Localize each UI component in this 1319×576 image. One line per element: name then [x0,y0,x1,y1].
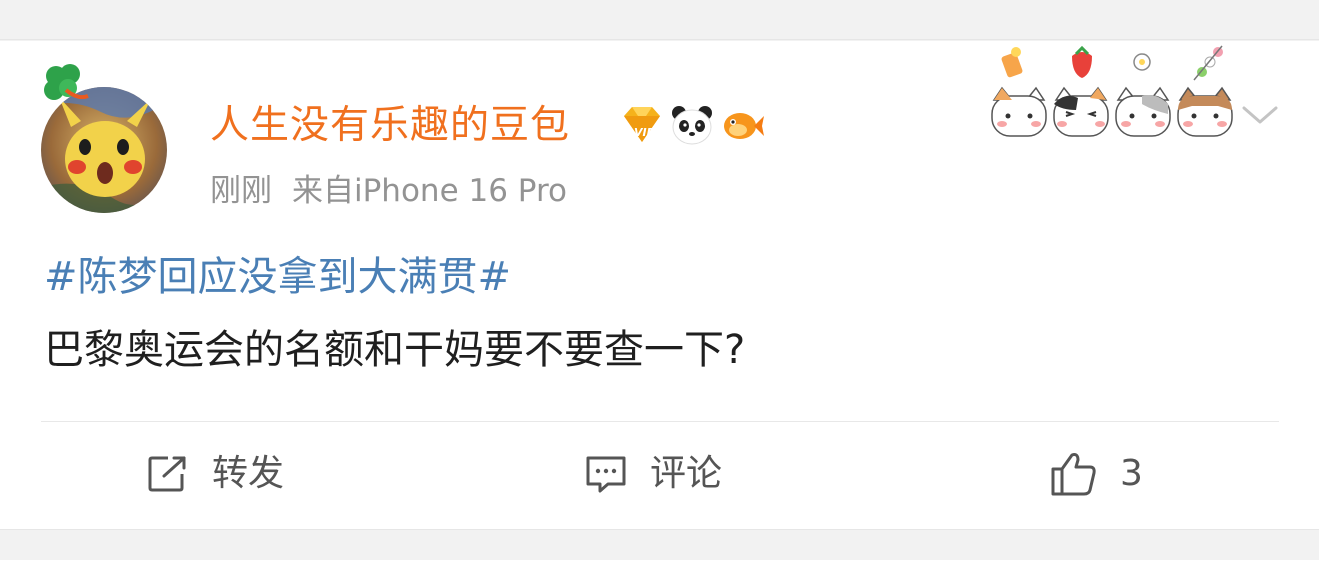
post-time: 刚刚 [210,173,272,209]
comment-icon [586,456,626,493]
divider [41,421,1279,422]
clover-icon [44,64,89,100]
next-post-card [0,560,1319,576]
post-meta: 刚刚 来自iPhone 16 Pro [210,170,567,212]
cat-decoration-icon [991,45,1233,137]
vip-gem-icon[interactable]: VIP [620,104,664,146]
repost-label: 转发 [212,453,285,494]
goldfish-icon[interactable] [720,104,764,146]
repost-button[interactable]: 转发 [146,450,284,498]
svg-text:VIP: VIP [634,126,655,139]
chevron-down-icon[interactable] [1240,100,1280,130]
username[interactable]: 人生没有乐趣的豆包 [210,101,570,151]
topic-link[interactable]: #陈梦回应没拿到大满贯# [44,250,511,304]
thumbs-up-icon [1051,453,1096,496]
user-badges: VIP [620,104,764,146]
feed-gap-top [0,0,1319,40]
post-source[interactable]: 来自iPhone 16 Pro [292,173,567,209]
like-count: 3 [1120,453,1143,494]
comment-button[interactable]: 评论 [584,450,722,498]
panda-icon[interactable] [670,104,714,146]
post-text: 巴黎奥运会的名额和干妈要不要查一下? [44,327,746,373]
comment-label: 评论 [650,453,723,494]
repost-icon [148,456,186,492]
like-button[interactable]: 3 [1050,450,1143,498]
